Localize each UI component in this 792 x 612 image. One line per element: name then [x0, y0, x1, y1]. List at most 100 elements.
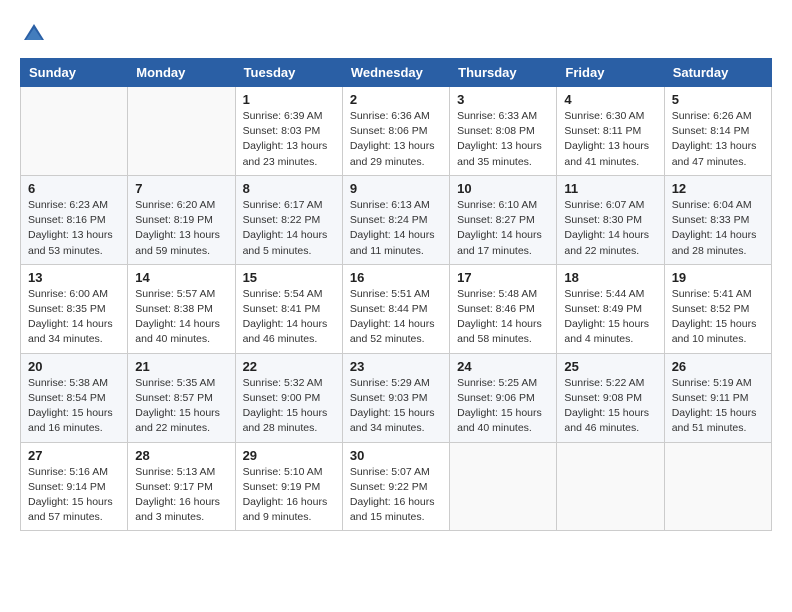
weekday-header-sunday: Sunday — [21, 59, 128, 87]
day-info: Sunrise: 5:41 AM Sunset: 8:52 PM Dayligh… — [672, 287, 764, 348]
calendar-week-row: 27 Sunrise: 5:16 AM Sunset: 9:14 PM Dayli… — [21, 442, 772, 531]
day-info: Sunrise: 6:00 AM Sunset: 8:35 PM Dayligh… — [28, 287, 120, 348]
day-number: 17 — [457, 270, 549, 285]
calendar-header-row: SundayMondayTuesdayWednesdayThursdayFrid… — [21, 59, 772, 87]
calendar-day-9: 9 Sunrise: 6:13 AM Sunset: 8:24 PM Daylig… — [342, 175, 449, 264]
weekday-header-thursday: Thursday — [450, 59, 557, 87]
day-number: 2 — [350, 92, 442, 107]
calendar-day-16: 16 Sunrise: 5:51 AM Sunset: 8:44 PM Dayli… — [342, 264, 449, 353]
day-info: Sunrise: 6:36 AM Sunset: 8:06 PM Dayligh… — [350, 109, 442, 170]
weekday-header-wednesday: Wednesday — [342, 59, 449, 87]
calendar-empty-cell — [664, 442, 771, 531]
calendar-day-17: 17 Sunrise: 5:48 AM Sunset: 8:46 PM Dayli… — [450, 264, 557, 353]
day-number: 30 — [350, 448, 442, 463]
calendar-week-row: 20Sunrise: 5:38 AM Sunset: 8:54 PM Dayli… — [21, 353, 772, 442]
calendar-day-20: 20Sunrise: 5:38 AM Sunset: 8:54 PM Dayli… — [21, 353, 128, 442]
calendar-day-11: 11 Sunrise: 6:07 AM Sunset: 8:30 PM Dayli… — [557, 175, 664, 264]
calendar-day-10: 10 Sunrise: 6:10 AM Sunset: 8:27 PM Dayli… — [450, 175, 557, 264]
day-number: 24 — [457, 359, 549, 374]
calendar-day-24: 24 Sunrise: 5:25 AM Sunset: 9:06 PM Dayli… — [450, 353, 557, 442]
day-number: 10 — [457, 181, 549, 196]
calendar-day-25: 25 Sunrise: 5:22 AM Sunset: 9:08 PM Dayli… — [557, 353, 664, 442]
day-info: Sunrise: 6:30 AM Sunset: 8:11 PM Dayligh… — [564, 109, 656, 170]
day-number: 12 — [672, 181, 764, 196]
logo — [20, 20, 52, 48]
day-number: 28 — [135, 448, 227, 463]
day-number: 27 — [28, 448, 120, 463]
calendar-day-6: 6Sunrise: 6:23 AM Sunset: 8:16 PM Daylig… — [21, 175, 128, 264]
weekday-header-saturday: Saturday — [664, 59, 771, 87]
calendar-week-row: 6Sunrise: 6:23 AM Sunset: 8:16 PM Daylig… — [21, 175, 772, 264]
day-number: 16 — [350, 270, 442, 285]
day-number: 4 — [564, 92, 656, 107]
calendar-day-22: 22Sunrise: 5:32 AM Sunset: 9:00 PM Dayli… — [235, 353, 342, 442]
day-number: 19 — [672, 270, 764, 285]
calendar-day-1: 1 Sunrise: 6:39 AM Sunset: 8:03 PM Daylig… — [235, 87, 342, 176]
calendar-day-3: 3Sunrise: 6:33 AM Sunset: 8:08 PM Daylig… — [450, 87, 557, 176]
calendar-day-19: 19 Sunrise: 5:41 AM Sunset: 8:52 PM Dayli… — [664, 264, 771, 353]
day-number: 8 — [243, 181, 335, 196]
weekday-header-monday: Monday — [128, 59, 235, 87]
calendar-day-18: 18 Sunrise: 5:44 AM Sunset: 8:49 PM Dayli… — [557, 264, 664, 353]
day-info: Sunrise: 5:19 AM Sunset: 9:11 PM Dayligh… — [672, 376, 764, 437]
calendar-empty-cell — [450, 442, 557, 531]
calendar-day-5: 5 Sunrise: 6:26 AM Sunset: 8:14 PM Daylig… — [664, 87, 771, 176]
day-number: 14 — [135, 270, 227, 285]
header — [20, 20, 772, 48]
day-number: 9 — [350, 181, 442, 196]
day-info: Sunrise: 6:07 AM Sunset: 8:30 PM Dayligh… — [564, 198, 656, 259]
calendar-table: SundayMondayTuesdayWednesdayThursdayFrid… — [20, 58, 772, 531]
calendar-day-23: 23 Sunrise: 5:29 AM Sunset: 9:03 PM Dayli… — [342, 353, 449, 442]
day-info: Sunrise: 6:26 AM Sunset: 8:14 PM Dayligh… — [672, 109, 764, 170]
day-info: Sunrise: 6:04 AM Sunset: 8:33 PM Dayligh… — [672, 198, 764, 259]
day-info: Sunrise: 5:10 AM Sunset: 9:19 PM Dayligh… — [243, 465, 335, 526]
day-number: 13 — [28, 270, 120, 285]
weekday-header-friday: Friday — [557, 59, 664, 87]
calendar-day-28: 28 Sunrise: 5:13 AM Sunset: 9:17 PM Dayli… — [128, 442, 235, 531]
weekday-header-tuesday: Tuesday — [235, 59, 342, 87]
day-info: Sunrise: 5:51 AM Sunset: 8:44 PM Dayligh… — [350, 287, 442, 348]
day-info: Sunrise: 6:23 AM Sunset: 8:16 PM Dayligh… — [28, 198, 120, 259]
day-info: Sunrise: 5:22 AM Sunset: 9:08 PM Dayligh… — [564, 376, 656, 437]
day-info: Sunrise: 6:17 AM Sunset: 8:22 PM Dayligh… — [243, 198, 335, 259]
day-info: Sunrise: 5:38 AM Sunset: 8:54 PM Dayligh… — [28, 376, 120, 437]
day-number: 26 — [672, 359, 764, 374]
calendar-day-21: 21 Sunrise: 5:35 AM Sunset: 8:57 PM Dayli… — [128, 353, 235, 442]
day-info: Sunrise: 5:29 AM Sunset: 9:03 PM Dayligh… — [350, 376, 442, 437]
calendar-day-14: 14 Sunrise: 5:57 AM Sunset: 8:38 PM Dayli… — [128, 264, 235, 353]
day-number: 23 — [350, 359, 442, 374]
calendar-week-row: 13 Sunrise: 6:00 AM Sunset: 8:35 PM Dayli… — [21, 264, 772, 353]
day-number: 18 — [564, 270, 656, 285]
day-info: Sunrise: 6:13 AM Sunset: 8:24 PM Dayligh… — [350, 198, 442, 259]
day-number: 5 — [672, 92, 764, 107]
day-number: 11 — [564, 181, 656, 196]
day-info: Sunrise: 5:07 AM Sunset: 9:22 PM Dayligh… — [350, 465, 442, 526]
day-info: Sunrise: 6:33 AM Sunset: 8:08 PM Dayligh… — [457, 109, 549, 170]
day-info: Sunrise: 5:35 AM Sunset: 8:57 PM Dayligh… — [135, 376, 227, 437]
calendar-day-15: 15 Sunrise: 5:54 AM Sunset: 8:41 PM Dayli… — [235, 264, 342, 353]
day-info: Sunrise: 5:54 AM Sunset: 8:41 PM Dayligh… — [243, 287, 335, 348]
day-info: Sunrise: 5:16 AM Sunset: 9:14 PM Dayligh… — [28, 465, 120, 526]
day-number: 29 — [243, 448, 335, 463]
day-info: Sunrise: 6:10 AM Sunset: 8:27 PM Dayligh… — [457, 198, 549, 259]
calendar-day-26: 26 Sunrise: 5:19 AM Sunset: 9:11 PM Dayli… — [664, 353, 771, 442]
calendar-day-8: 8 Sunrise: 6:17 AM Sunset: 8:22 PM Daylig… — [235, 175, 342, 264]
day-number: 25 — [564, 359, 656, 374]
day-number: 1 — [243, 92, 335, 107]
day-number: 15 — [243, 270, 335, 285]
calendar-week-row: 1 Sunrise: 6:39 AM Sunset: 8:03 PM Daylig… — [21, 87, 772, 176]
day-number: 21 — [135, 359, 227, 374]
day-info: Sunrise: 5:32 AM Sunset: 9:00 PM Dayligh… — [243, 376, 335, 437]
day-info: Sunrise: 5:13 AM Sunset: 9:17 PM Dayligh… — [135, 465, 227, 526]
day-info: Sunrise: 6:39 AM Sunset: 8:03 PM Dayligh… — [243, 109, 335, 170]
day-info: Sunrise: 5:57 AM Sunset: 8:38 PM Dayligh… — [135, 287, 227, 348]
day-info: Sunrise: 5:25 AM Sunset: 9:06 PM Dayligh… — [457, 376, 549, 437]
day-info: Sunrise: 5:44 AM Sunset: 8:49 PM Dayligh… — [564, 287, 656, 348]
calendar-empty-cell — [21, 87, 128, 176]
logo-icon — [20, 20, 48, 48]
day-info: Sunrise: 5:48 AM Sunset: 8:46 PM Dayligh… — [457, 287, 549, 348]
day-info: Sunrise: 6:20 AM Sunset: 8:19 PM Dayligh… — [135, 198, 227, 259]
calendar-empty-cell — [128, 87, 235, 176]
calendar-empty-cell — [557, 442, 664, 531]
calendar-day-2: 2 Sunrise: 6:36 AM Sunset: 8:06 PM Daylig… — [342, 87, 449, 176]
